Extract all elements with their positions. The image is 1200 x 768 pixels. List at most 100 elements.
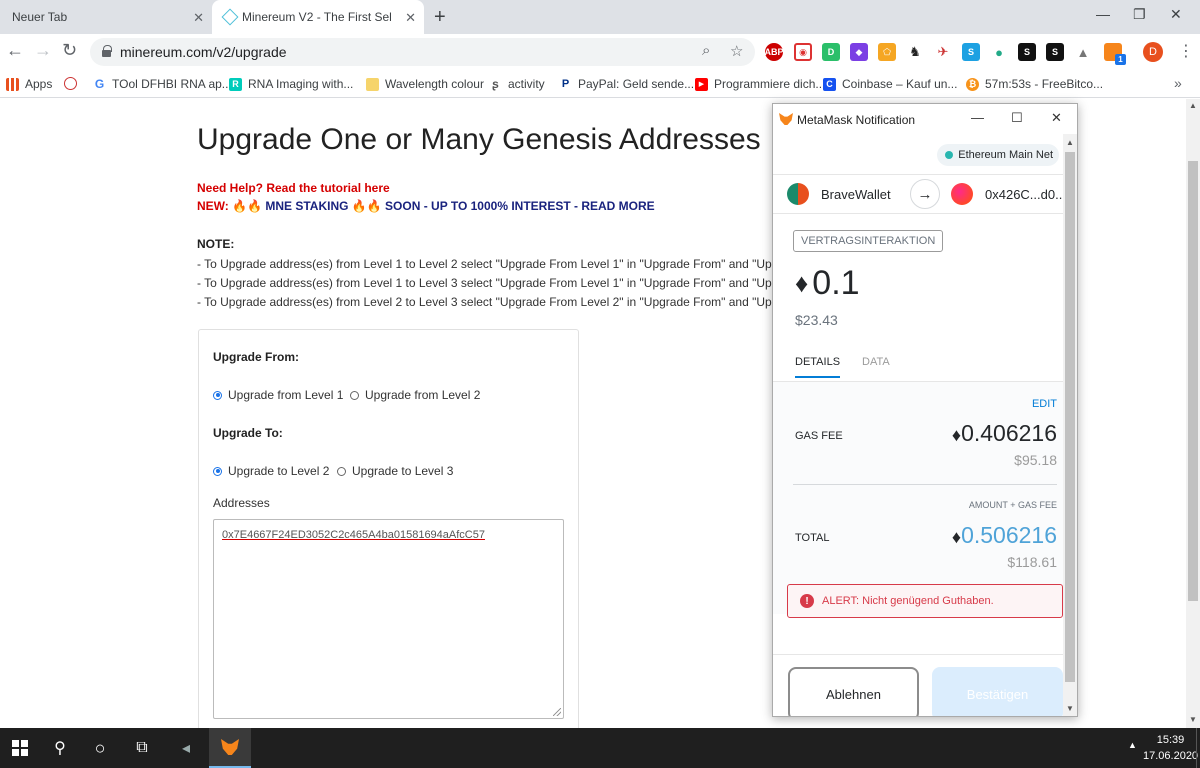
staking-text: MNE STAKING [265,199,349,213]
shield-icon [64,77,77,90]
address-value: 0x7E4667F24ED3052C2c465A4ba01581694aAfcC… [222,529,485,541]
reload-icon[interactable]: ↻ [62,40,77,61]
minimize-icon[interactable]: — [1096,6,1110,22]
window-close-icon[interactable]: ✕ [1170,6,1182,23]
profile-avatar[interactable]: D [1143,42,1163,62]
metamask-extension-icon[interactable]: 1 [1104,43,1126,65]
start-button[interactable] [0,728,40,768]
bookmark-activity[interactable]: ʂ activity [489,77,545,91]
scroll-thumb[interactable] [1188,161,1198,601]
bookmark-shield[interactable] [64,77,83,90]
scroll-thumb[interactable] [1065,152,1075,682]
bookmark-coinbase[interactable]: C Coinbase – Kauf un... [823,77,957,91]
from-account[interactable]: BraveWallet [787,183,891,205]
tray-expand-icon[interactable]: ▲ [1128,740,1137,750]
to-account[interactable]: 0x426C...d0... [951,183,1063,205]
bookmark-label: TOol DFHBI RNA ap... [112,77,232,91]
tab-data[interactable]: DATA [862,356,890,376]
restore-icon[interactable]: ❐ [1133,6,1146,23]
researchgate-icon: R [229,77,242,91]
tab-new-tab[interactable]: Neuer Tab ✕ [0,0,212,34]
task-view-icon[interactable]: ⧉ [122,728,162,768]
bookmark-tool-dfhbi[interactable]: G TOol DFHBI RNA ap... [93,77,232,91]
staking-announcement[interactable]: NEW: 🔥🔥 MNE STAKING 🔥🔥 SOON - UP TO 1000… [197,199,655,213]
bookmark-paypal[interactable]: P PayPal: Geld sende... [559,77,694,91]
metamask-taskbar-icon[interactable] [209,728,251,768]
youtube-icon: ▶ [695,77,708,91]
extension-s-icon[interactable]: S [962,43,980,61]
scroll-up-icon[interactable]: ▲ [1189,101,1197,110]
new-tab-button[interactable]: + [434,6,446,29]
scroll-up-icon[interactable]: ▲ [1066,138,1074,147]
activity-icon: ʂ [489,77,502,91]
address-bar[interactable]: minereum.com/v2/upgrade ⌕ ☆ [90,38,755,66]
network-selector[interactable]: Ethereum Main Net [937,144,1059,166]
menu-icon[interactable]: ⋮ [1178,41,1194,61]
extension-purple-icon[interactable]: ◆ [850,43,868,61]
amount-fiat: $23.43 [795,312,838,328]
resize-handle-icon[interactable] [553,708,561,716]
page-scrollbar[interactable]: ▲ ▼ [1186,99,1200,728]
window-close-icon[interactable]: ✕ [1051,110,1062,126]
back-icon[interactable]: ← [6,40,24,61]
search-icon[interactable]: ⚲ [40,728,80,768]
rocket-icon[interactable]: ✈ [934,43,952,61]
bookmark-apps[interactable]: Apps [6,77,52,91]
show-desktop-button[interactable] [1196,728,1200,768]
bookmark-star-icon[interactable]: ☆ [730,42,743,60]
addresses-textarea[interactable]: 0x7E4667F24ED3052C2c465A4ba01581694aAfcC… [213,519,564,719]
system-clock[interactable]: 15:39 17.06.2020 [1143,732,1198,764]
minimize-icon[interactable]: — [971,110,984,125]
bookmark-wavelength[interactable]: Wavelength colour [366,77,484,91]
transaction-amount: ♦ 0.1 [795,264,860,303]
clock-time: 15:39 [1156,734,1185,746]
tab-details[interactable]: DETAILS [795,356,841,378]
scroll-down-icon[interactable]: ▼ [1066,704,1074,713]
close-icon[interactable]: ✕ [193,10,204,26]
upgrade-from-label: Upgrade From: [213,350,300,364]
reject-button[interactable]: Ablehnen [788,667,919,716]
edit-gas-link[interactable]: EDIT [1032,398,1057,410]
help-link[interactable]: Need Help? Read the tutorial here [197,181,390,195]
adblock-plus-icon[interactable]: ABP [765,43,784,61]
extension-d-icon[interactable]: D [822,43,840,61]
google-icon: G [93,77,106,91]
app-pinned-icon[interactable]: ◂ [166,728,206,768]
google-drive-icon[interactable]: ▲ [1074,43,1092,61]
radio-from-level-2[interactable]: Upgrade from Level 2 [350,388,480,402]
radio-from-level-1[interactable]: Upgrade from Level 1 [213,388,343,402]
ublock-icon[interactable]: ◉ [794,43,812,61]
extension-orange-icon[interactable]: ⬠ [878,43,896,61]
tab-minereum[interactable]: Minereum V2 - The First Self-Mining ✕ [212,0,424,34]
ethereum-icon: ♦ [951,425,962,445]
extension-s-dark2-icon[interactable]: S [1046,43,1064,61]
more-bookmarks-icon[interactable]: » [1174,75,1182,91]
extension-globe-icon[interactable]: ● [990,43,1008,61]
radio-to-level-3[interactable]: Upgrade to Level 3 [337,464,453,478]
recipient-identicon-icon [951,183,973,205]
maximize-icon[interactable]: ☐ [1011,110,1023,126]
cortana-icon[interactable]: ○ [80,728,120,768]
confirm-button[interactable]: Bestätigen [932,667,1063,716]
bookmark-freebitco[interactable]: ₿ 57m:53s - FreeBitco... [966,77,1103,91]
gas-fee-label: GAS FEE [795,430,843,442]
extension-s-dark-icon[interactable]: S [1018,43,1036,61]
forward-icon[interactable]: → [34,40,52,61]
note-line: - To Upgrade address(es) from Level 2 to… [197,295,816,309]
scroll-down-icon[interactable]: ▼ [1189,715,1197,724]
total-eth: ♦0.506216 [952,522,1057,549]
metamask-titlebar[interactable]: MetaMask Notification — ☐ ✕ [773,104,1077,134]
extension-spy-icon[interactable]: ♞ [906,43,924,61]
radio-to-level-2[interactable]: Upgrade to Level 2 [213,464,329,478]
close-icon[interactable]: ✕ [405,10,416,26]
details-tabs: DETAILS DATA [773,352,1063,382]
bookmark-rna-imaging[interactable]: R RNA Imaging with... [229,77,353,91]
addresses-label: Addresses [213,496,270,510]
radio-empty-icon [337,466,346,476]
network-name: Ethereum Main Net [958,149,1053,161]
to-account-address: 0x426C...d0... [985,186,1063,202]
bookmark-programmiere[interactable]: ▶ Programmiere dich... [695,77,825,91]
metamask-scrollbar[interactable]: ▲ ▼ [1063,134,1077,716]
apps-grid-icon [6,77,19,91]
zoom-icon[interactable]: ⌕ [702,42,710,59]
